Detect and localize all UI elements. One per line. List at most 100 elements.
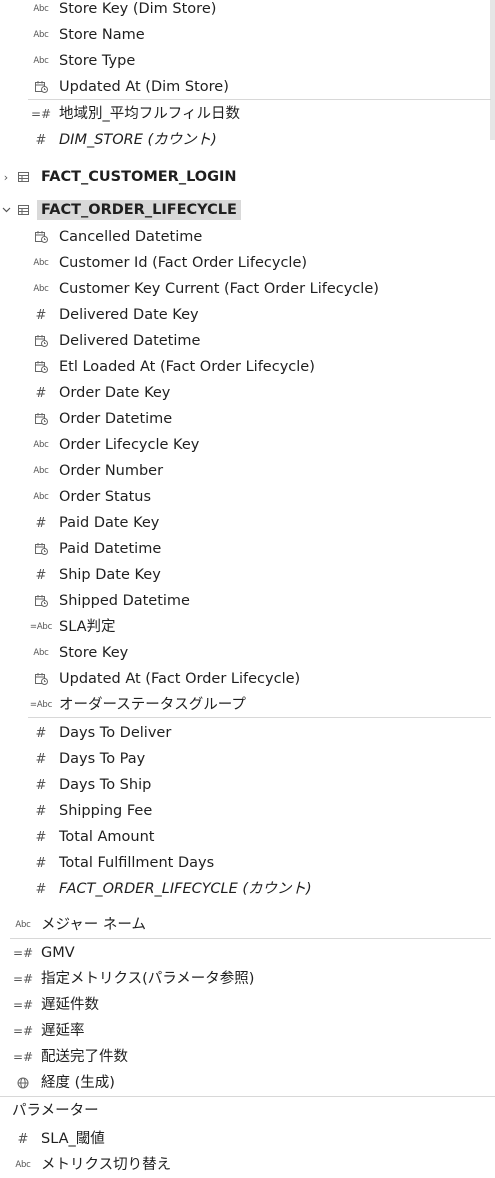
table-icon bbox=[12, 197, 34, 223]
field-label: Store Key (Dim Store) bbox=[59, 1, 217, 17]
field-item[interactable]: Updated At (Fact Order Lifecycle) bbox=[0, 666, 495, 692]
field-item[interactable]: # Days To Deliver bbox=[0, 720, 495, 746]
field-item[interactable]: # FACT_ORDER_LIFECYCLE (カウント) bbox=[0, 876, 495, 902]
field-label: FACT_ORDER_LIFECYCLE (カウント) bbox=[59, 881, 312, 897]
field-item[interactable]: Abc Order Number bbox=[0, 458, 495, 484]
calc-hash-icon: =# bbox=[12, 998, 34, 1012]
field-item[interactable]: # Shipping Fee bbox=[0, 798, 495, 824]
field-item[interactable]: Order Datetime bbox=[0, 406, 495, 432]
field-item[interactable]: =# GMV bbox=[0, 940, 495, 966]
field-item[interactable]: =# 配送完了件数 bbox=[0, 1044, 495, 1070]
parameter-item[interactable]: # SLA_閾値 bbox=[0, 1126, 495, 1152]
calendar-icon bbox=[30, 328, 52, 354]
field-label: 遅延率 bbox=[41, 1023, 85, 1039]
field-item[interactable]: Abc Store Name bbox=[0, 22, 495, 48]
field-label: 指定メトリクス(パラメータ参照) bbox=[41, 971, 255, 987]
field-item[interactable]: # Delivered Date Key bbox=[0, 302, 495, 328]
field-item[interactable]: =Abc オーダーステータスグループ bbox=[0, 692, 495, 718]
hash-icon: # bbox=[35, 515, 47, 531]
field-label: SLA判定 bbox=[59, 619, 116, 635]
field-label: Delivered Date Key bbox=[59, 307, 199, 323]
calc-abc-icon: =Abc bbox=[29, 700, 53, 710]
field-item[interactable]: # Ship Date Key bbox=[0, 562, 495, 588]
field-item[interactable]: Abc Store Type bbox=[0, 48, 495, 74]
chevron-right-icon[interactable]: › bbox=[0, 164, 12, 190]
field-item[interactable]: 経度 (生成) bbox=[0, 1070, 495, 1096]
table-fact-customer-login[interactable]: › FACT_CUSTOMER_LOGIN bbox=[0, 164, 495, 190]
field-item[interactable]: Shipped Datetime bbox=[0, 588, 495, 614]
field-item[interactable]: # Total Fulfillment Days bbox=[0, 850, 495, 876]
field-label: 経度 (生成) bbox=[41, 1075, 115, 1091]
field-label: Delivered Datetime bbox=[59, 333, 201, 349]
chevron-down-icon[interactable] bbox=[0, 197, 12, 223]
field-label: Total Fulfillment Days bbox=[59, 855, 215, 871]
field-label: Order Date Key bbox=[59, 385, 171, 401]
field-item[interactable]: # DIM_STORE (カウント) bbox=[0, 127, 495, 153]
field-label: オーダーステータスグループ bbox=[59, 697, 246, 713]
field-item[interactable]: Delivered Datetime bbox=[0, 328, 495, 354]
table-fact-order-lifecycle[interactable]: FACT_ORDER_LIFECYCLE bbox=[0, 197, 495, 223]
field-item[interactable]: =# 地域別_平均フルフィル日数 bbox=[0, 101, 495, 127]
field-item[interactable]: Abc Store Key bbox=[0, 640, 495, 666]
calendar-icon bbox=[30, 354, 52, 380]
hash-icon: # bbox=[17, 1131, 29, 1147]
calc-hash-icon: =# bbox=[30, 107, 52, 121]
calendar-icon bbox=[30, 536, 52, 562]
field-label: Store Key bbox=[59, 645, 129, 661]
field-label: GMV bbox=[41, 945, 75, 961]
field-label: Updated At (Dim Store) bbox=[59, 79, 229, 95]
field-label: Shipped Datetime bbox=[59, 593, 190, 609]
abc-icon: Abc bbox=[33, 440, 49, 450]
field-item[interactable]: Abc Customer Id (Fact Order Lifecycle) bbox=[0, 250, 495, 276]
parameter-item[interactable]: Abc メトリクス切り替え bbox=[0, 1152, 495, 1178]
field-item[interactable]: # Total Amount bbox=[0, 824, 495, 850]
field-item[interactable]: # Days To Pay bbox=[0, 746, 495, 772]
abc-icon: Abc bbox=[33, 258, 49, 268]
field-item[interactable]: # Days To Ship bbox=[0, 772, 495, 798]
field-item[interactable]: Paid Datetime bbox=[0, 536, 495, 562]
measure-names-item[interactable]: Abc メジャー ネーム bbox=[0, 912, 495, 938]
abc-icon: Abc bbox=[33, 30, 49, 40]
field-item[interactable]: =Abc SLA判定 bbox=[0, 614, 495, 640]
calendar-icon bbox=[30, 406, 52, 432]
field-item[interactable]: Cancelled Datetime bbox=[0, 224, 495, 250]
field-item[interactable]: Abc Customer Key Current (Fact Order Lif… bbox=[0, 276, 495, 302]
hash-icon: # bbox=[35, 132, 47, 148]
abc-icon: Abc bbox=[33, 492, 49, 502]
abc-icon: Abc bbox=[33, 284, 49, 294]
field-label: 地域別_平均フルフィル日数 bbox=[59, 106, 240, 122]
calc-hash-icon: =# bbox=[12, 1050, 34, 1064]
field-item[interactable]: =# 遅延率 bbox=[0, 1018, 495, 1044]
field-item[interactable]: Etl Loaded At (Fact Order Lifecycle) bbox=[0, 354, 495, 380]
abc-icon: Abc bbox=[15, 1160, 31, 1170]
abc-icon: Abc bbox=[33, 4, 49, 14]
field-item[interactable]: Abc Store Key (Dim Store) bbox=[0, 0, 495, 22]
field-label: Days To Ship bbox=[59, 777, 152, 793]
hash-icon: # bbox=[35, 307, 47, 323]
hash-icon: # bbox=[35, 881, 47, 897]
hash-icon: # bbox=[35, 567, 47, 583]
field-label: Store Type bbox=[59, 53, 136, 69]
field-item[interactable]: # Paid Date Key bbox=[0, 510, 495, 536]
field-item[interactable]: Abc Order Status bbox=[0, 484, 495, 510]
field-label: Order Datetime bbox=[59, 411, 173, 427]
field-item[interactable]: =# 遅延件数 bbox=[0, 992, 495, 1018]
parameters-header: パラメーター bbox=[12, 1103, 99, 1119]
calendar-icon bbox=[30, 74, 52, 100]
field-item[interactable]: Abc Order Lifecycle Key bbox=[0, 432, 495, 458]
hash-icon: # bbox=[35, 751, 47, 767]
calc-abc-icon: =Abc bbox=[29, 622, 53, 632]
field-label: Updated At (Fact Order Lifecycle) bbox=[59, 671, 301, 687]
divider bbox=[28, 717, 491, 718]
hash-icon: # bbox=[35, 829, 47, 845]
field-item[interactable]: Updated At (Dim Store) bbox=[0, 74, 495, 100]
divider bbox=[28, 99, 491, 100]
field-label: Days To Pay bbox=[59, 751, 146, 767]
field-label: Shipping Fee bbox=[59, 803, 153, 819]
field-item[interactable]: # Order Date Key bbox=[0, 380, 495, 406]
hash-icon: # bbox=[35, 855, 47, 871]
field-label: Paid Date Key bbox=[59, 515, 160, 531]
field-item[interactable]: =# 指定メトリクス(パラメータ参照) bbox=[0, 966, 495, 992]
field-label: Cancelled Datetime bbox=[59, 229, 203, 245]
abc-icon: Abc bbox=[33, 648, 49, 658]
